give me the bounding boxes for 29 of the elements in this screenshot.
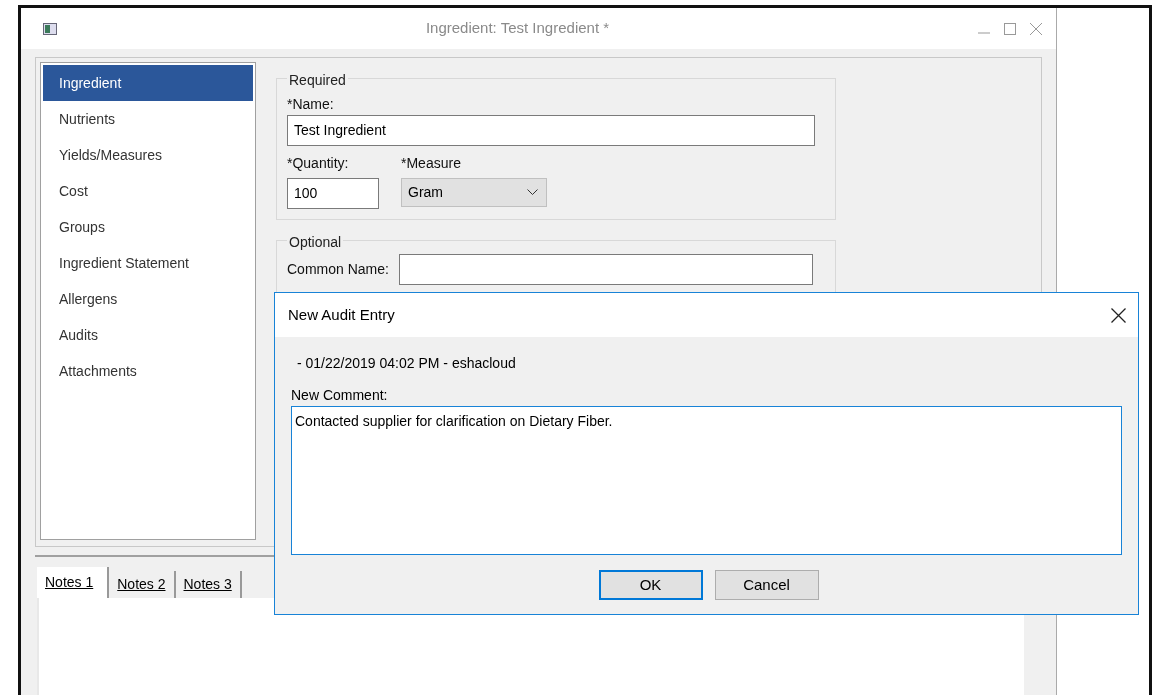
quantity-field[interactable]: 100 [287,177,379,209]
app-icon [43,22,57,35]
common-name-field[interactable] [398,253,813,285]
field-label: Common Name: [287,259,389,279]
maximize-icon[interactable] [1004,22,1016,35]
dialog-title: New Audit Entry [288,304,395,325]
name-field[interactable]: Test Ingredient [287,115,815,146]
dialog-button[interactable]: OK [598,570,703,600]
sidebar-item[interactable]: Ingredient Statement [43,245,253,281]
chevron-icon [527,188,538,196]
field-label: *Quantity: [287,154,350,173]
sidebar-item[interactable]: Audits [43,317,253,353]
sidebar-item[interactable]: Yields/Measures [43,137,253,173]
field-label: *Name: [287,95,334,114]
field-label: *Measure [401,154,462,173]
sidebar-item[interactable]: Ingredient [43,65,253,101]
window-title: Ingredient: Test Ingredient * [424,18,611,39]
comment-label: New Comment: [291,387,388,403]
dialog-button[interactable]: Cancel [714,570,819,600]
close-icon[interactable] [1111,307,1126,323]
notes-tab[interactable]: Notes 1 [37,567,110,598]
sidebar-item[interactable]: Groups [43,209,253,245]
sidebar-item[interactable]: Cost [43,173,253,209]
audit-entry-text: - 01/22/2019 04:02 PM - eshacloud [297,355,516,371]
sidebar-item[interactable]: Allergens [43,281,253,317]
comment-field[interactable]: Contacted supplier for clarification on Dietary Fiber. [291,406,1122,555]
sidebar-item[interactable]: Nutrients [43,101,253,137]
measure-dropdown[interactable]: Gram [401,177,547,207]
sidebar-item[interactable]: Attachments [43,353,253,389]
